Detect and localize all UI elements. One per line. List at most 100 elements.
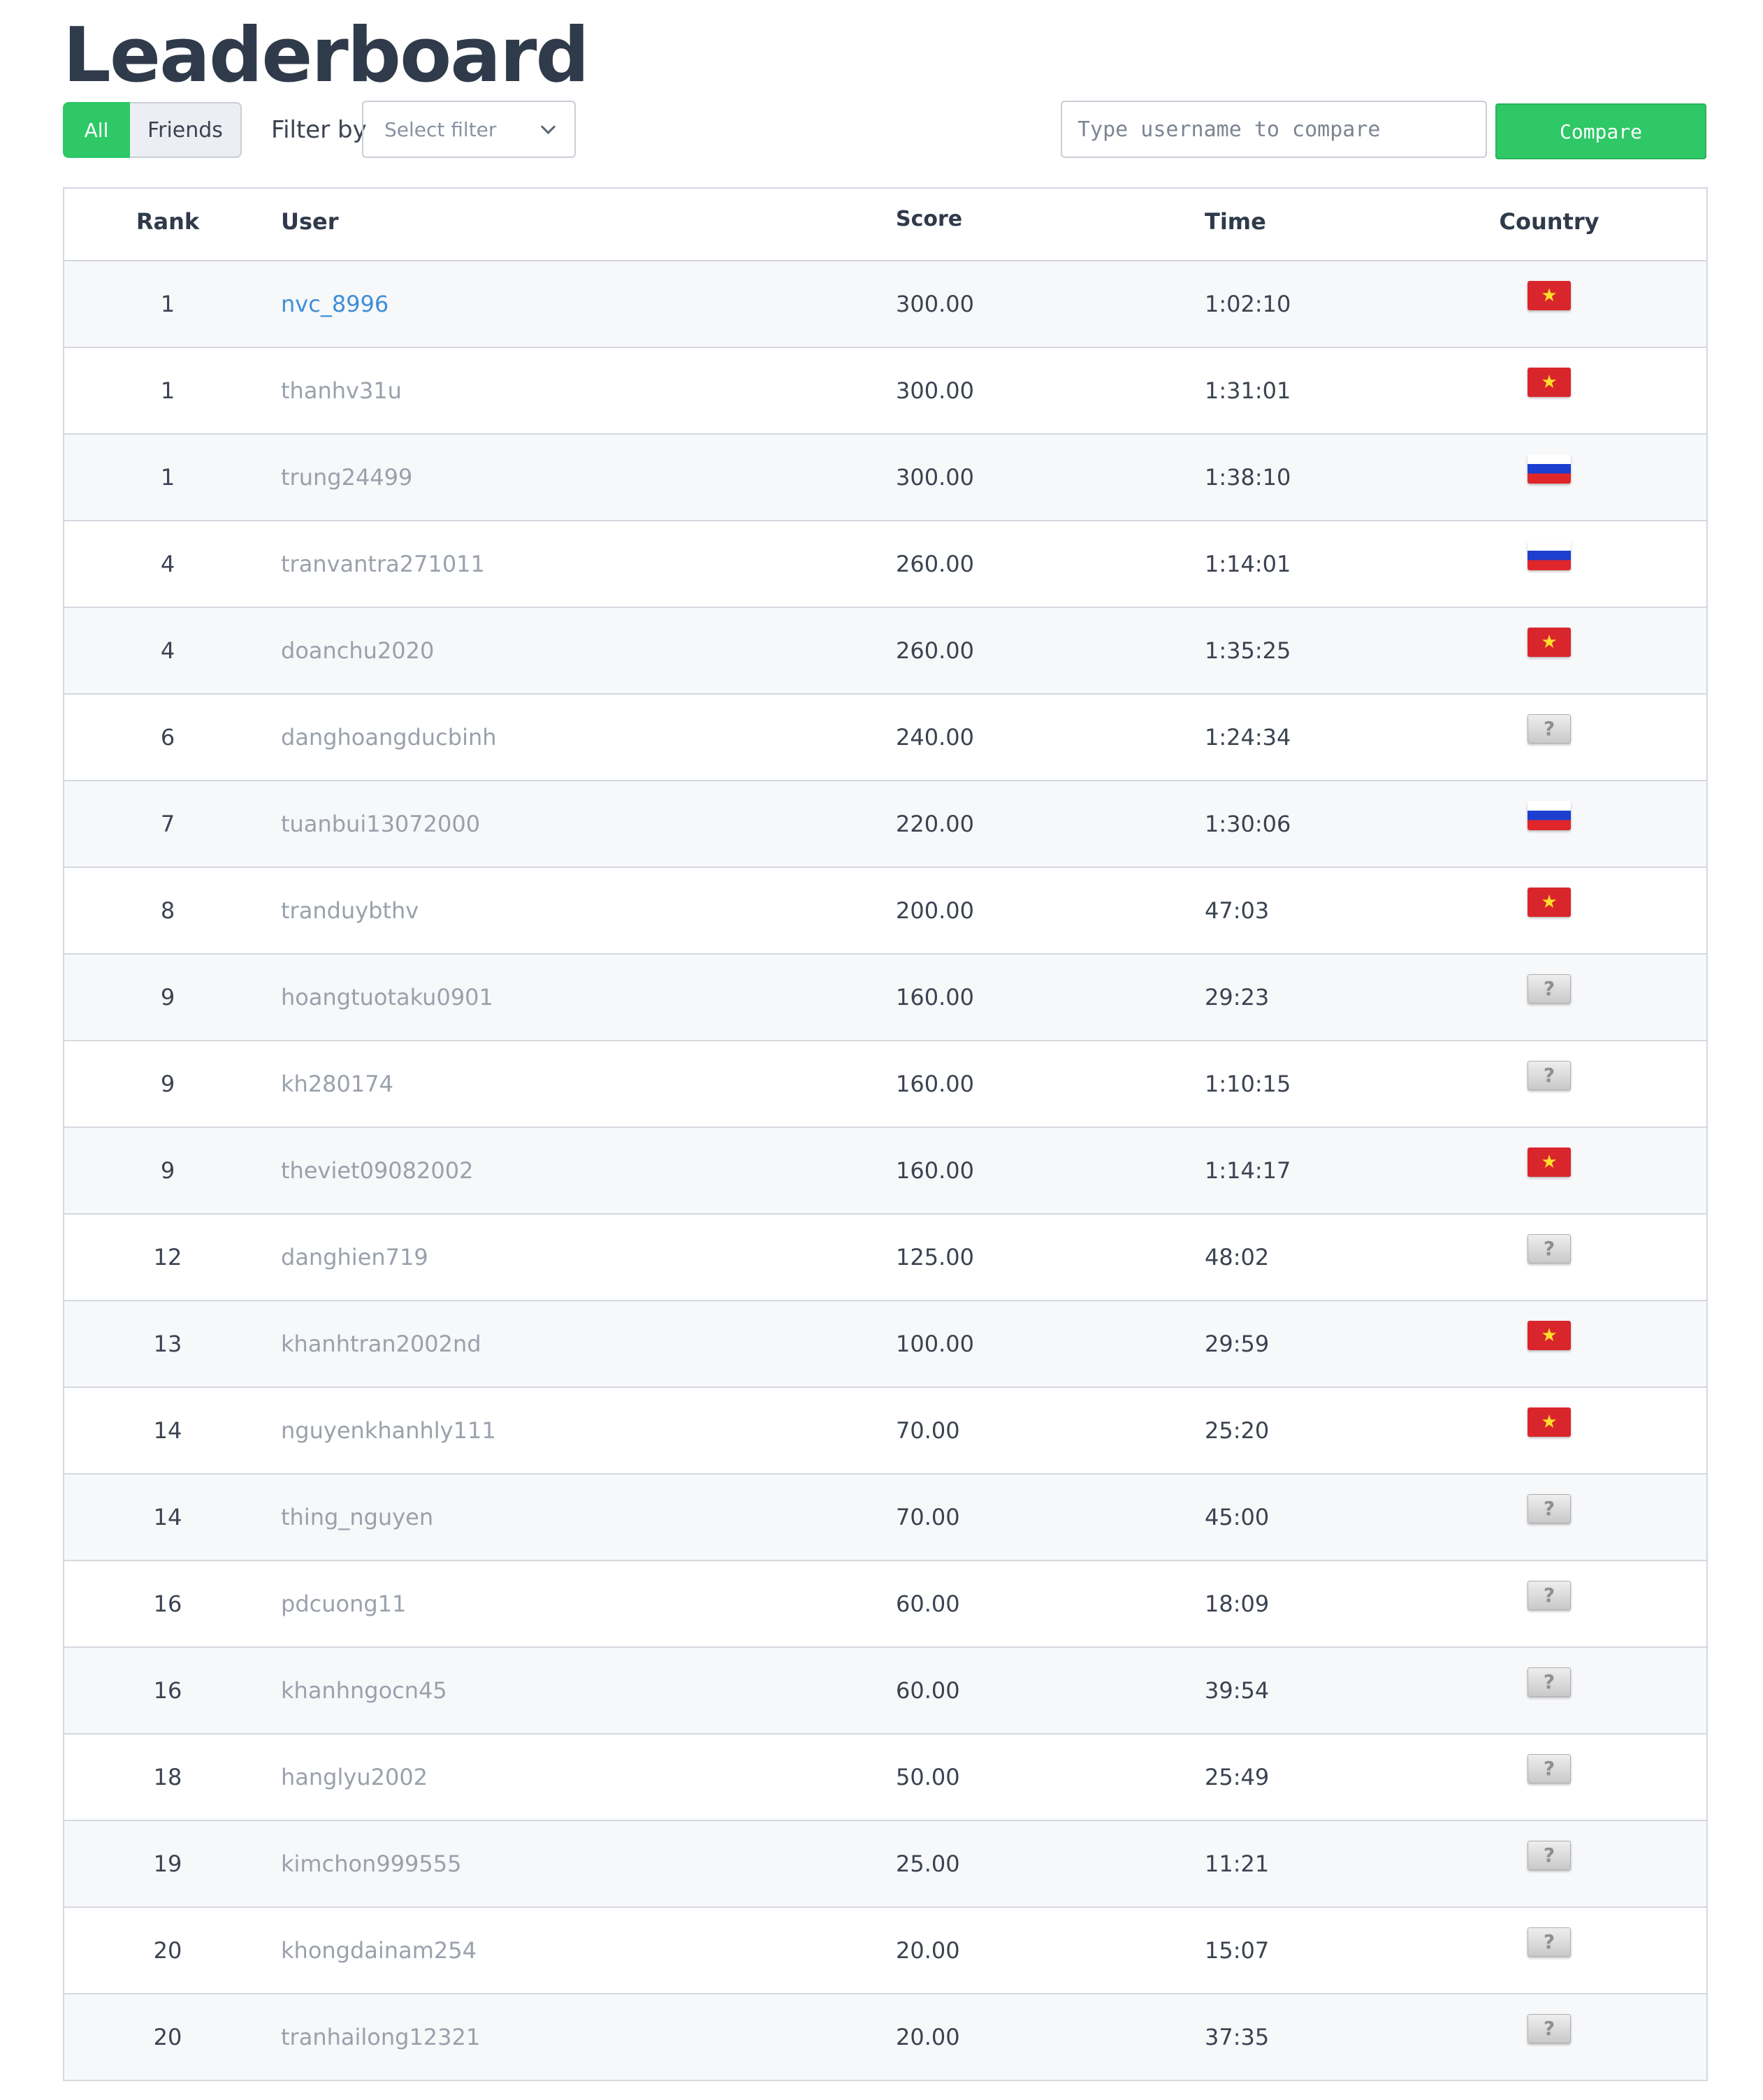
user-cell: doanchu2020 bbox=[281, 608, 434, 693]
score-cell: 100.00 bbox=[896, 1331, 974, 1357]
filter-label: Filter by bbox=[271, 116, 367, 144]
user-cell: tranvantra271011 bbox=[281, 521, 485, 607]
username-link[interactable]: tranvantra271011 bbox=[281, 551, 485, 577]
all-tab[interactable]: All bbox=[63, 102, 130, 158]
user-cell: tuanbui13072000 bbox=[281, 781, 480, 867]
username-link[interactable]: trung24499 bbox=[281, 464, 412, 491]
time-cell: 1:10:15 bbox=[1205, 1071, 1291, 1097]
time-cell: 15:07 bbox=[1205, 1937, 1270, 1964]
score-cell: 70.00 bbox=[896, 1504, 960, 1530]
table-row: 6 danghoangducbinh 240.00 1:24:34? bbox=[64, 695, 1706, 781]
rank-cell: 13 bbox=[153, 1331, 182, 1357]
table-row: 1 nvc_8996 300.00 1:02:10 ★ bbox=[64, 261, 1706, 348]
score-cell: 70.00 bbox=[896, 1417, 960, 1444]
table-row: 8 tranduybthv 200.00 47:03 ★ bbox=[64, 868, 1706, 955]
compare-username-input[interactable] bbox=[1061, 101, 1487, 158]
unknown-flag-icon: ? bbox=[1528, 1234, 1571, 1263]
table-row: 12 danghien719 125.00 48:02? bbox=[64, 1215, 1706, 1301]
user-cell: theviet09082002 bbox=[281, 1128, 473, 1213]
table-row: 18 hanglyu2002 50.00 25:49? bbox=[64, 1735, 1706, 1821]
country-cell: ? bbox=[1462, 695, 1637, 780]
username-link[interactable]: kh280174 bbox=[281, 1071, 393, 1097]
username-link[interactable]: hanglyu2002 bbox=[281, 1764, 428, 1790]
score-cell: 125.00 bbox=[896, 1244, 974, 1270]
compare-button[interactable]: Compare bbox=[1495, 103, 1706, 159]
vietnam-flag-icon: ★ bbox=[1528, 888, 1571, 917]
rank-cell: 14 bbox=[153, 1504, 182, 1530]
table-row: 4 doanchu2020 260.00 1:35:25 ★ bbox=[64, 608, 1706, 695]
score-cell: 260.00 bbox=[896, 637, 974, 664]
username-link[interactable]: tuanbui13072000 bbox=[281, 811, 480, 837]
username-link[interactable]: thanhv31u bbox=[281, 377, 402, 404]
username-link[interactable]: thing_nguyen bbox=[281, 1504, 433, 1530]
username-link[interactable]: khongdainam254 bbox=[281, 1937, 477, 1964]
russia-flag-icon bbox=[1528, 454, 1571, 484]
leaderboard-table: Rank User Score Time Country 1 nvc_8996 30… bbox=[63, 187, 1708, 2081]
vietnam-flag-icon: ★ bbox=[1528, 368, 1571, 397]
rank-cell: 8 bbox=[160, 897, 175, 924]
vietnam-flag-icon: ★ bbox=[1528, 1147, 1571, 1177]
vietnam-flag-icon: ★ bbox=[1528, 628, 1571, 657]
country-cell: ? bbox=[1462, 1475, 1637, 1560]
rank-cell: 16 bbox=[153, 1677, 182, 1704]
user-cell: khanhtran2002nd bbox=[281, 1301, 481, 1386]
username-link[interactable]: khanhngocn45 bbox=[281, 1677, 447, 1704]
username-link[interactable]: kimchon999555 bbox=[281, 1851, 461, 1877]
time-cell: 1:14:17 bbox=[1205, 1157, 1291, 1184]
rank-cell: 1 bbox=[160, 464, 175, 491]
time-cell: 29:23 bbox=[1205, 984, 1270, 1011]
time-cell: 1:31:01 bbox=[1205, 377, 1291, 404]
username-link[interactable]: danghien719 bbox=[281, 1244, 428, 1270]
score-cell: 160.00 bbox=[896, 984, 974, 1011]
country-cell: ? bbox=[1462, 1821, 1637, 1906]
rank-cell: 1 bbox=[160, 291, 175, 317]
table-header: Rank User Score Time Country bbox=[64, 189, 1706, 261]
rank-cell: 20 bbox=[153, 2024, 182, 2050]
country-cell: ★ bbox=[1462, 868, 1637, 953]
time-cell: 25:49 bbox=[1205, 1764, 1270, 1790]
header-country: Country bbox=[1499, 208, 1599, 235]
username-link[interactable]: tranhailong12321 bbox=[281, 2024, 480, 2050]
score-cell: 60.00 bbox=[896, 1677, 960, 1704]
username-link[interactable]: hoangtuotaku0901 bbox=[281, 984, 493, 1011]
view-toggle: All Friends bbox=[63, 102, 242, 158]
filter-dropdown[interactable]: Select filter bbox=[362, 101, 576, 158]
time-cell: 37:35 bbox=[1205, 2024, 1270, 2050]
country-cell: ? bbox=[1462, 1648, 1637, 1733]
table-row: 4 tranvantra271011 260.00 1:14:01 bbox=[64, 521, 1706, 608]
score-cell: 240.00 bbox=[896, 724, 974, 751]
vietnam-flag-icon: ★ bbox=[1528, 1407, 1571, 1437]
user-cell: danghoangducbinh bbox=[281, 695, 497, 780]
unknown-flag-icon: ? bbox=[1528, 2014, 1571, 2043]
username-link[interactable]: pdcuong11 bbox=[281, 1591, 406, 1617]
country-cell: ? bbox=[1462, 1908, 1637, 1993]
header-rank: Rank bbox=[136, 208, 200, 235]
country-cell bbox=[1462, 521, 1637, 607]
score-cell: 300.00 bbox=[896, 377, 974, 404]
user-cell: danghien719 bbox=[281, 1215, 428, 1300]
unknown-flag-icon: ? bbox=[1528, 1927, 1571, 1957]
user-cell: khongdainam254 bbox=[281, 1908, 477, 1993]
unknown-flag-icon: ? bbox=[1528, 1581, 1571, 1610]
user-cell: nvc_8996 bbox=[281, 261, 389, 347]
friends-tab[interactable]: Friends bbox=[130, 102, 242, 158]
country-cell bbox=[1462, 435, 1637, 520]
username-link[interactable]: theviet09082002 bbox=[281, 1157, 473, 1184]
unknown-flag-icon: ? bbox=[1528, 1841, 1571, 1870]
username-link[interactable]: doanchu2020 bbox=[281, 637, 434, 664]
rank-cell: 9 bbox=[160, 1071, 175, 1097]
country-cell: ★ bbox=[1462, 348, 1637, 433]
time-cell: 47:03 bbox=[1205, 897, 1270, 924]
username-link[interactable]: nvc_8996 bbox=[281, 291, 389, 317]
score-cell: 300.00 bbox=[896, 291, 974, 317]
username-link[interactable]: tranduybthv bbox=[281, 897, 419, 924]
time-cell: 1:14:01 bbox=[1205, 551, 1291, 577]
rank-cell: 7 bbox=[160, 811, 175, 837]
vietnam-flag-icon: ★ bbox=[1528, 281, 1571, 310]
rank-cell: 4 bbox=[160, 551, 175, 577]
toolbar: All Friends Filter by Select filter Comp… bbox=[63, 101, 1706, 164]
username-link[interactable]: khanhtran2002nd bbox=[281, 1331, 481, 1357]
username-link[interactable]: nguyenkhanhly111 bbox=[281, 1417, 496, 1444]
username-link[interactable]: danghoangducbinh bbox=[281, 724, 497, 751]
time-cell: 25:20 bbox=[1205, 1417, 1270, 1444]
